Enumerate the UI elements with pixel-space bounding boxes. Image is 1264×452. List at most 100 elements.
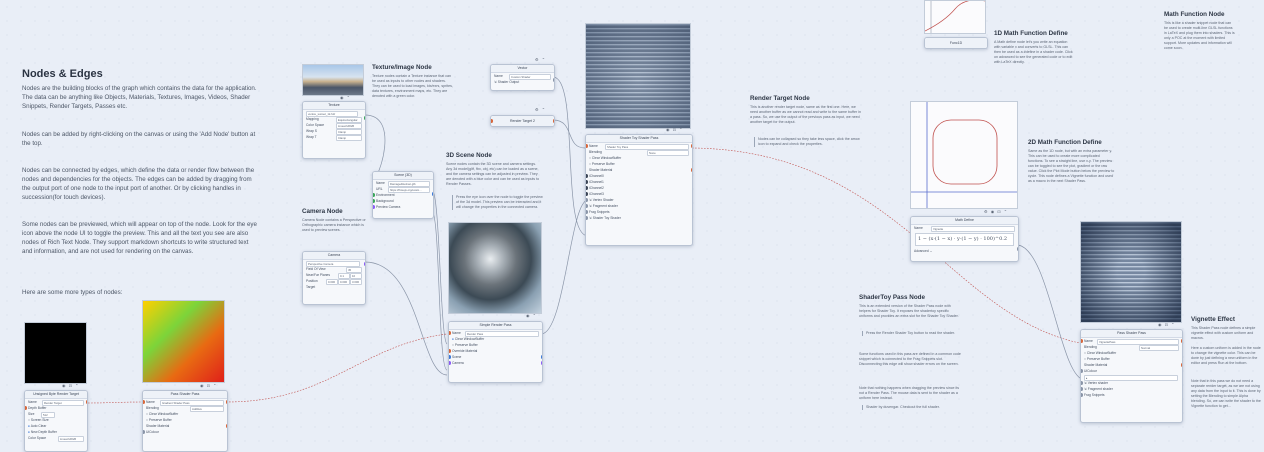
u-output-port[interactable] — [85, 400, 87, 404]
func1d-node[interactable]: Func1D — [924, 37, 988, 49]
vector-output-row: ⇲ Shader Output — [494, 80, 520, 84]
camera-input-port[interactable] — [373, 205, 375, 209]
vector-toolbar-icons[interactable]: ⚙ ⌃ — [535, 57, 546, 62]
vertex-port[interactable] — [586, 198, 588, 202]
node-title: Scene (3D) — [373, 172, 433, 180]
v-material-port[interactable] — [1180, 363, 1182, 367]
math2-note-text: Same as the 1D node, but with an extra p… — [1028, 149, 1115, 183]
texture-toolbar-icons[interactable]: ◉ ⌃ — [340, 95, 351, 100]
scene-slot-indicator — [540, 355, 542, 359]
render-target-2-node[interactable]: Render Target 2 — [490, 115, 555, 127]
shadertoy-preview[interactable] — [585, 23, 691, 129]
vignette-pass-node[interactable]: Pass Shader Pass Name VignettePass Blendi… — [1080, 329, 1183, 423]
v-output-port[interactable] — [1180, 339, 1182, 343]
intro-paragraph-5: Here are some more types of nodes: — [22, 289, 123, 296]
v-input-port[interactable] — [1081, 339, 1083, 343]
camera-slot-row: Camera — [449, 360, 542, 366]
math2d-toolbar-icons[interactable]: ⚙ ◉ ⊡ ⌃ — [984, 209, 1008, 214]
st-toy-row[interactable]: ⇲ Shader Toy Shader — [586, 215, 692, 221]
pass1-toolbar-icons[interactable]: ◉ ⊡ ⌃ — [200, 383, 217, 388]
node-title: Pass Shader Pass — [143, 391, 227, 399]
camera-slot-port[interactable] — [449, 361, 451, 365]
fragment-port[interactable] — [586, 204, 588, 208]
texture-output-port[interactable] — [363, 116, 365, 120]
camera-output-port[interactable] — [363, 262, 365, 266]
p1-color-port[interactable] — [143, 430, 145, 434]
channel-port[interactable] — [586, 186, 588, 190]
vignette-preview[interactable] — [1080, 221, 1182, 323]
math2-note-title: 2D Math Function Define — [1028, 139, 1102, 146]
vignette-note-text: This Shader Pass node defines a simple v… — [1191, 326, 1256, 340]
scene-preview[interactable] — [448, 222, 542, 314]
intro-paragraph-4: Some nodes can be previewed, which will … — [22, 221, 257, 255]
scene-note-text: Scene nodes contain the 3D scene and cam… — [446, 162, 540, 186]
rt2-input-port[interactable] — [491, 119, 493, 123]
node-title: Shader Toy Shader Pass — [586, 135, 692, 143]
vector-output-port[interactable] — [552, 78, 554, 82]
md-name-row: Name Vignette — [911, 225, 1018, 232]
st-material-port[interactable] — [690, 168, 692, 172]
v-color-port[interactable] — [1081, 369, 1083, 373]
p1-input-port[interactable] — [143, 400, 145, 404]
bg-input-port[interactable] — [373, 199, 375, 203]
shadertoy-note-text-2: Some functions used in this pass are def… — [859, 352, 961, 366]
material-input-port[interactable] — [449, 349, 451, 353]
vignette-toolbar-icons[interactable]: ◉ ⊡ ⌃ — [1158, 322, 1175, 327]
func1d-plot — [924, 0, 986, 33]
unsigned-toolbar-icons[interactable]: ◉ ⊡ ⌃ — [62, 383, 79, 388]
scene-output-port[interactable] — [431, 192, 433, 196]
camera-node[interactable]: Camera Perspective Camera Field Of View 4… — [302, 251, 366, 305]
math-formula[interactable]: 1 − (x·(1 − x) · y·(1 − y) · 100)^0.2 — [915, 233, 1014, 246]
math-define-node[interactable]: Math Define Name Vignette 1 − (x·(1 − x) … — [910, 216, 1019, 262]
gradient-shader-pass-node[interactable]: Pass Shader Pass Name Gradient Shader Pas… — [142, 390, 228, 452]
st-input-port[interactable] — [586, 144, 588, 148]
unsigned-byte-render-target-node[interactable]: Unsigned Byte Render Target Name Render T… — [24, 390, 88, 452]
node-title: Math Define — [911, 217, 1018, 225]
math2d-preview[interactable] — [910, 101, 1018, 209]
intro-title: Nodes & Edges — [22, 68, 103, 80]
camera-slot-indicator — [540, 361, 542, 365]
node-title: Vector — [491, 65, 554, 73]
env-input-port[interactable] — [373, 193, 375, 197]
v-vertex-port[interactable] — [1081, 381, 1083, 385]
vignette-note-text-2: Here a custom uniform is added in the no… — [1191, 346, 1261, 365]
scene-note-quote: Press the eye icon over the node to togg… — [452, 195, 546, 210]
scene-slot-port[interactable] — [449, 355, 451, 359]
snippets-port[interactable] — [586, 210, 588, 214]
v-fragment-port[interactable] — [1081, 387, 1083, 391]
pass-input-port[interactable] — [449, 331, 451, 335]
camera-note-title: Camera Node — [302, 208, 343, 215]
vector-node[interactable]: Vector Name Custom Shader ⇲ Shader Output — [490, 64, 555, 91]
v-snippets-port[interactable] — [1081, 393, 1083, 397]
rt2-output-port[interactable] — [552, 119, 554, 123]
gradient-preview[interactable] — [142, 300, 225, 383]
st-output-port[interactable] — [690, 144, 692, 148]
shadertoy-pass-node[interactable]: Shader Toy Shader Pass Name Shader Toy Pa… — [585, 134, 693, 246]
camera-note-text: Camera Node contains a Perspective or Or… — [302, 218, 366, 232]
p1-material-port[interactable] — [225, 424, 227, 428]
md-output-port[interactable] — [1016, 247, 1018, 251]
u-color-row: Color Space Linear/sRGB — [25, 435, 87, 442]
scene-node[interactable]: Scene (3D) Name DamagedHelmet.glb URL http… — [372, 171, 434, 219]
u-depth-port[interactable] — [25, 406, 27, 410]
channel-port[interactable] — [586, 174, 588, 178]
wrap-t-row: Wrap T Clamp — [303, 134, 365, 141]
scene-camera-row: Preview Camera — [373, 204, 433, 210]
node-title: Simple Render Pass — [449, 322, 542, 330]
shadertoy-note-credit: Shader by duvengar. Checkout the full sh… — [862, 405, 964, 410]
shadertoy-toolbar-icons[interactable]: ◉ ⊡ ⌃ — [666, 127, 683, 132]
simple-render-pass-node[interactable]: Simple Render Pass Name Render Pass ● Cle… — [448, 321, 543, 383]
toy-port[interactable] — [586, 216, 588, 220]
md-advanced-row[interactable]: Advanced ⌄ — [911, 248, 1018, 254]
p1-output-port[interactable] — [225, 400, 227, 404]
channel-port[interactable] — [586, 180, 588, 184]
rt2-toolbar-icons[interactable]: ⚙ ⌃ — [535, 107, 546, 112]
func1d-preview[interactable] — [924, 0, 986, 34]
texture-node[interactable]: Texture venice_sunset_1k.hdr Mapping Equi… — [302, 101, 366, 159]
texture-note-title: Texture/Image Node — [372, 64, 432, 71]
shadertoy-note-text-3: Note that nothing happens when dragging … — [859, 386, 960, 400]
unsigned-rt-preview[interactable] — [24, 322, 87, 384]
pass-toolbar-icons[interactable]: ◉ ⌃ — [526, 313, 537, 318]
channel-port[interactable] — [586, 192, 588, 196]
shadertoy-note-quote: Press the Render Shader Toy button to re… — [862, 331, 964, 336]
